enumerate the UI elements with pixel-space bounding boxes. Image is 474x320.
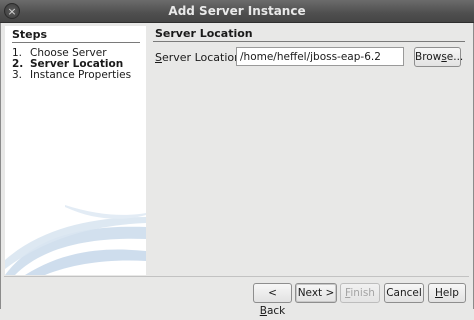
browse-text: Brow [415, 51, 442, 63]
step-number: 3. [12, 69, 23, 81]
back-button[interactable]: < Back [253, 283, 292, 317]
decorative-swoosh-graphic [5, 205, 146, 275]
cancel-button[interactable]: Cancel [384, 283, 424, 303]
help-button[interactable]: Help [428, 283, 466, 303]
browse-button[interactable]: Browse... [414, 47, 464, 67]
divider [12, 42, 140, 43]
title-bar[interactable]: × Add Server Instance [0, 0, 474, 23]
next-button[interactable]: Next > [295, 283, 337, 303]
divider [4, 276, 469, 277]
mnemonic: H [435, 287, 443, 299]
button-text: < [268, 287, 277, 299]
server-location-input[interactable] [236, 47, 404, 66]
button-text: inish [350, 287, 375, 299]
browse-text: e... [446, 51, 464, 63]
mnemonic: B [259, 305, 267, 317]
window-title: Add Server Instance [168, 4, 306, 18]
step-label: Instance Properties [30, 69, 132, 81]
button-text: ack [266, 305, 286, 317]
finish-button[interactable]: Finish [340, 283, 380, 303]
divider [153, 41, 465, 42]
mnemonic: S [155, 51, 162, 64]
section-title: Server Location [155, 27, 253, 40]
server-location-label: Server Location: [155, 51, 245, 64]
steps-title: Steps [12, 28, 48, 41]
steps-panel: Steps 1. Choose Server 2. Server Location … [5, 26, 146, 275]
step-instance-properties: 3. Instance Properties [12, 69, 131, 81]
button-text: Next [297, 287, 326, 299]
button-text: elp [442, 287, 459, 299]
label-text: erver Location: [161, 51, 245, 64]
button-text: > [325, 287, 335, 299]
